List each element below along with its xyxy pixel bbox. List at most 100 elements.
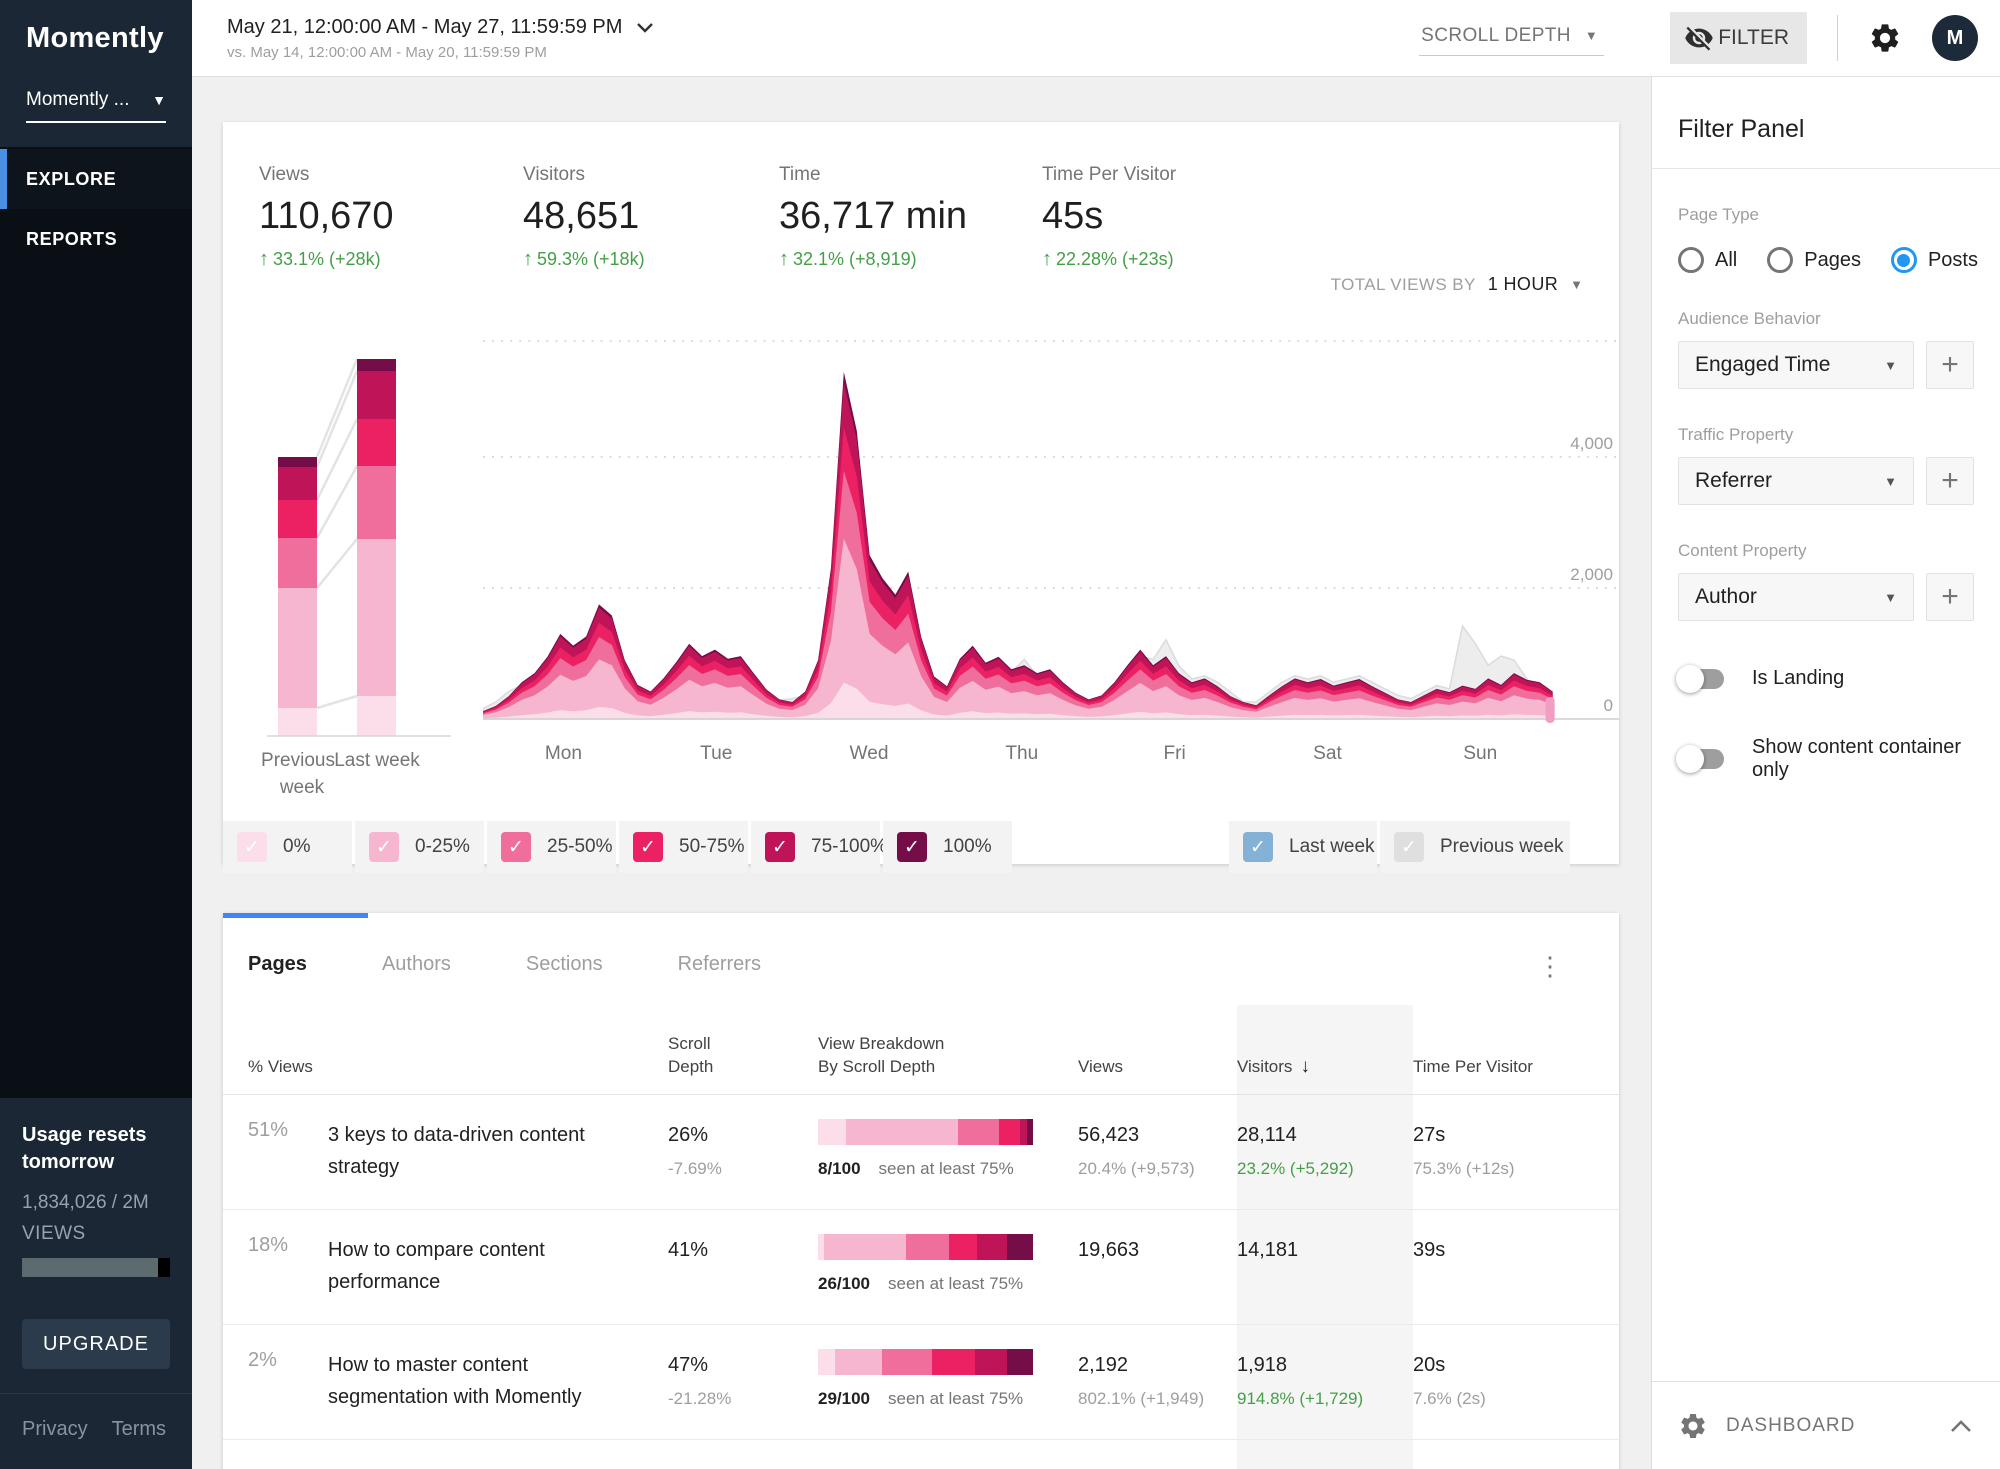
column-header-time-per-visitor: Time Per Visitor [1413, 1005, 1619, 1094]
select-audience-behavior[interactable]: Engaged Time▼ [1678, 341, 1914, 389]
upgrade-button[interactable]: UPGRADE [22, 1319, 170, 1369]
cell-title: How to master content segmentation with … [328, 1325, 668, 1439]
chart-interval-selector[interactable]: TOTAL VIEWS BY 1 HOUR ▼ [1331, 274, 1583, 295]
radio-all[interactable]: All [1678, 247, 1737, 273]
toggle-show-content-container-only[interactable]: Show content container only [1678, 736, 1974, 782]
cell-time-per-visitor: 39s [1413, 1210, 1619, 1324]
breakdown-segment [932, 1349, 975, 1375]
cell-time-per-visitor: 27s75.3% (+12s) [1413, 1095, 1619, 1209]
filter-panel-title: Filter Panel [1652, 77, 2000, 168]
filter-group-label-page-type: Page Type [1678, 205, 1974, 225]
chevron-down-icon: ▼ [1884, 474, 1897, 489]
checkbox-icon: ✓ [633, 832, 663, 862]
legend-tier-75-100pct[interactable]: ✓75-100% [751, 821, 880, 873]
date-range-selector[interactable]: May 21, 12:00:00 AM - May 27, 11:59:59 P… [227, 16, 654, 61]
legend-tier-50-75pct[interactable]: ✓50-75% [619, 821, 748, 873]
time-per-visitor-value: 27s [1413, 1119, 1619, 1151]
toggle-track [1678, 749, 1724, 769]
metric-delta-text: 59.3% (+18k) [537, 249, 645, 270]
terms-link[interactable]: Terms [112, 1418, 166, 1441]
tab-referrers[interactable]: Referrers [678, 953, 761, 976]
toggle-is-landing[interactable]: Is Landing [1678, 667, 1974, 690]
toggle-label: Is Landing [1752, 667, 1844, 690]
bar-connector-line [317, 696, 357, 708]
sidebar-nav: EXPLOREREPORTS [0, 147, 192, 1098]
select-traffic-property[interactable]: Referrer ▼ [1678, 457, 1914, 505]
table-row[interactable]: 51%3 keys to data-driven content strateg… [223, 1095, 1619, 1210]
table-row[interactable]: 18%How to compare content performance41%… [223, 1210, 1619, 1325]
sidebar-footer: Privacy Terms [0, 1393, 192, 1469]
legend-previous-week[interactable]: ✓Previous week [1380, 821, 1570, 873]
cell-views: 2,192802.1% (+1,949) [1078, 1325, 1237, 1439]
checkbox-icon: ✓ [501, 832, 531, 862]
cell-time-per-visitor: 20s7.6% (2s) [1413, 1325, 1619, 1439]
tab-sections[interactable]: Sections [526, 953, 603, 976]
active-tab-indicator [223, 913, 368, 918]
select-content-property[interactable]: Author▼ [1678, 573, 1914, 621]
metric-value: 45s [1042, 195, 1176, 238]
metric-delta-text: 33.1% (+28k) [273, 249, 381, 270]
scroll-depth-value: 41% [668, 1234, 818, 1266]
cell-title: 3 keys to data-driven content strategy [328, 1095, 668, 1209]
metric-selector[interactable]: SCROLL DEPTH ▼ [1419, 21, 1604, 56]
radio-icon [1891, 247, 1917, 273]
bar-connector-line [317, 466, 357, 538]
chevron-up-icon [1950, 1419, 1972, 1433]
settings-button[interactable] [1868, 21, 1902, 55]
account-selector[interactable]: Momently ... ▼ [26, 89, 166, 123]
usage-progress-fill [22, 1258, 158, 1277]
radio-label: Posts [1928, 249, 1978, 272]
add-filter-button[interactable]: + [1926, 457, 1974, 505]
radio-pages[interactable]: Pages [1767, 247, 1861, 273]
sidebar-item-explore[interactable]: EXPLORE [0, 149, 192, 209]
visitors-value: 14,181 [1237, 1234, 1413, 1266]
metric-selector-label: SCROLL DEPTH [1421, 25, 1571, 47]
eye-off-icon [1684, 23, 1714, 53]
tab-pages[interactable]: Pages [248, 953, 307, 976]
sidebar-item-reports[interactable]: REPORTS [0, 209, 192, 269]
time-per-visitor-value: 20s [1413, 1349, 1619, 1381]
visitors-delta: 914.8% (+1,729) [1237, 1389, 1413, 1409]
toggle-knob [1676, 745, 1704, 773]
breakdown-segment [818, 1119, 846, 1145]
legend-last-week[interactable]: ✓Last week [1229, 821, 1377, 873]
breakdown-stat: 8/100 [818, 1159, 861, 1179]
legend-tier-0-25pct[interactable]: ✓0-25% [355, 821, 484, 873]
page-title-link[interactable]: How to compare content performance [328, 1234, 668, 1298]
dashboard-footer-toggle[interactable]: DASHBOARD [1652, 1381, 2000, 1469]
checkbox-icon: ✓ [1243, 832, 1273, 862]
bar-segment [357, 419, 396, 466]
radio-label: All [1715, 249, 1737, 272]
column-header-line: By Scroll Depth [818, 1055, 1078, 1078]
table-row[interactable]: 2%How to master content segmentation wit… [223, 1325, 1619, 1440]
legend-tier-0pct[interactable]: ✓0% [223, 821, 352, 873]
right-wrap: May 21, 12:00:00 AM - May 27, 11:59:59 P… [192, 0, 2000, 1469]
page-title-link[interactable]: 3 keys to data-driven content strategy [328, 1119, 668, 1183]
views-delta: 802.1% (+1,949) [1078, 1389, 1237, 1409]
tab-authors[interactable]: Authors [382, 953, 451, 976]
bar-segment [278, 708, 317, 736]
brand-logo: Momently [0, 0, 192, 55]
total-views-area-chart: 4,0002,0000MonTueWedThuFriSatSun [483, 329, 1619, 799]
pct-views-value: 2% [248, 1349, 328, 1372]
metric-delta: ↑33.1% (+28k) [259, 248, 523, 271]
add-filter-button[interactable]: + [1926, 341, 1974, 389]
privacy-link[interactable]: Privacy [22, 1418, 88, 1441]
kebab-menu-icon[interactable]: ⋮ [1537, 953, 1563, 979]
scroll-depth-value: 47% [668, 1349, 818, 1381]
filter-toggle-button[interactable]: FILTER [1670, 12, 1807, 64]
visitors-value: 28,114 [1237, 1119, 1413, 1151]
dashboard-footer-label: DASHBOARD [1726, 1415, 1855, 1437]
table-row[interactable] [223, 1440, 1619, 1469]
cell-pct-views: 18% [248, 1210, 328, 1324]
add-filter-button[interactable]: + [1926, 573, 1974, 621]
select-value: Referrer [1695, 469, 1772, 493]
filter-group-label-traffic-property: Traffic Property [1678, 425, 1974, 445]
page-title-link[interactable]: How to master content segmentation with … [328, 1349, 668, 1413]
avatar[interactable]: M [1932, 15, 1978, 61]
bar-label: week [279, 777, 325, 798]
radio-posts[interactable]: Posts [1891, 247, 1978, 273]
legend-tier-100pct[interactable]: ✓100% [883, 821, 1012, 873]
legend-tier-25-50pct[interactable]: ✓25-50% [487, 821, 616, 873]
column-header-visitors[interactable]: Visitors↓ [1237, 1005, 1413, 1094]
